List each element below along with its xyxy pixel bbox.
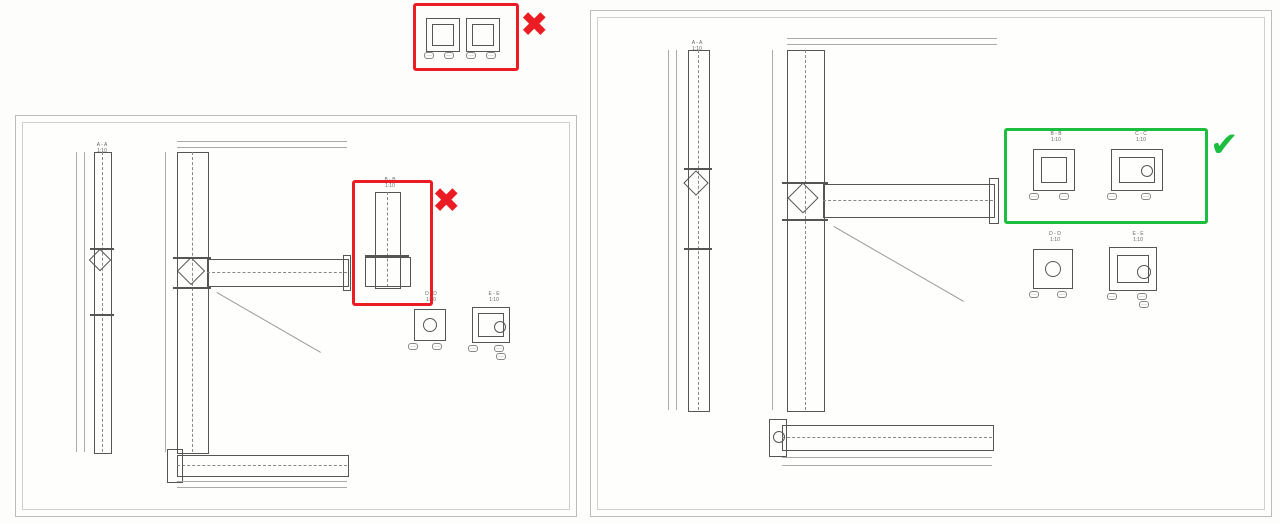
mark-wrong-overlap: ✖ xyxy=(432,184,461,218)
callout-overlap-wrong xyxy=(352,180,433,306)
sheet-left-wrong: A - A 1:10 xyxy=(15,115,577,517)
left-section-e-e: E - E 1:10 —— —— —— xyxy=(466,301,522,361)
comparison-canvas: A - A 1:10 xyxy=(0,0,1280,524)
right-section-a-a: A - A 1:10 xyxy=(661,49,733,411)
left-section-d-d: D - D 1:10 —— —— xyxy=(406,301,456,356)
mark-correct: ✔ xyxy=(1210,128,1239,162)
right-section-d-d: D - D 1:10 —— —— xyxy=(1021,241,1089,311)
right-bottom-plan xyxy=(756,416,1008,473)
section-e-e-title: E - E 1:10 xyxy=(466,291,522,303)
right-section-e-e: E - E 1:10 —— —— —— xyxy=(1101,241,1175,317)
sheet-right-correct: A - A 1:10 B - xyxy=(590,10,1272,517)
left-section-a-a: A - A 1:10 xyxy=(71,151,133,453)
right-main-elevation xyxy=(761,33,1013,415)
left-bottom-plan xyxy=(156,446,358,493)
mark-wrong-overflow: ✖ xyxy=(520,8,549,42)
callout-overflow-wrong xyxy=(413,3,519,71)
left-main-elevation xyxy=(156,136,358,458)
callout-correct-fit xyxy=(1004,128,1208,224)
